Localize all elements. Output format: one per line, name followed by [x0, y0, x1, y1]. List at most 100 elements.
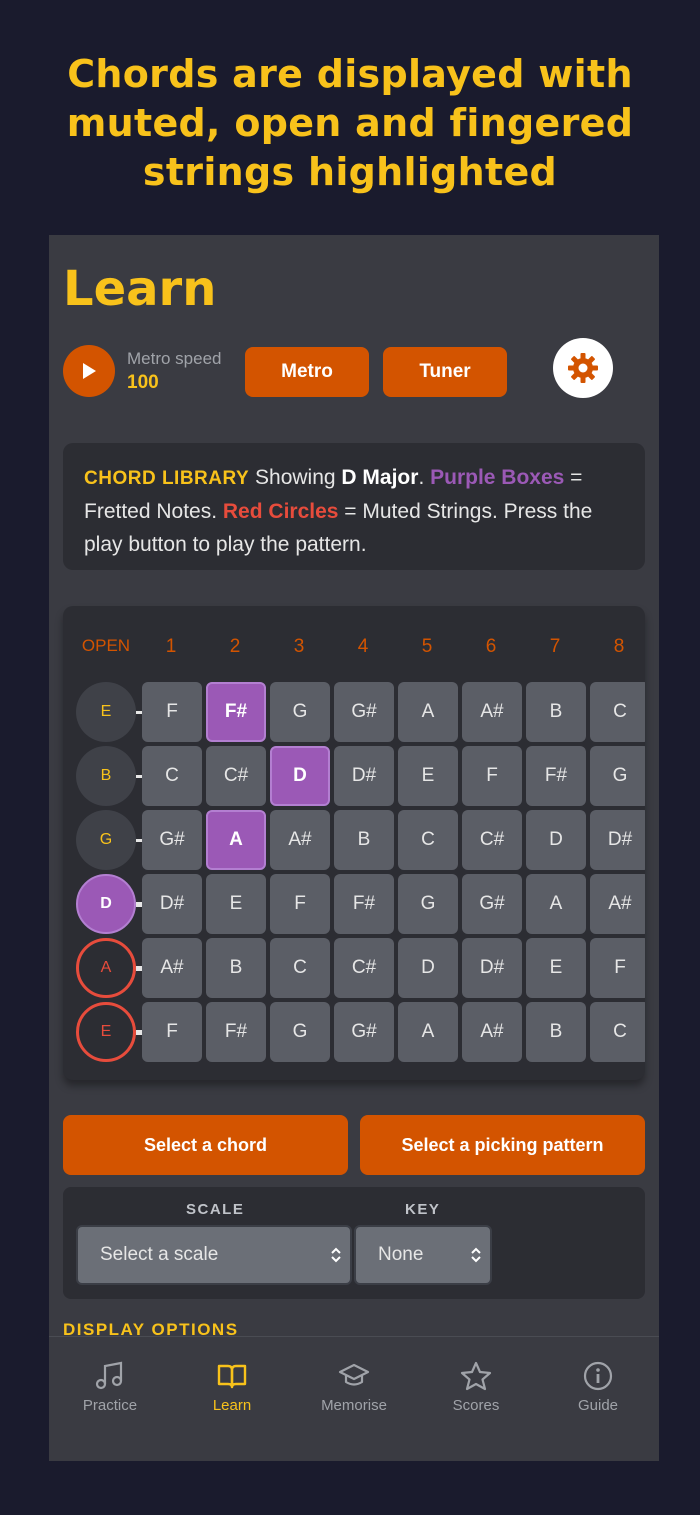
note-cell[interactable]: B: [206, 938, 266, 998]
note-cell[interactable]: D: [526, 810, 586, 870]
note-cell[interactable]: F: [142, 1002, 202, 1062]
select-chord-button[interactable]: Select a chord: [63, 1115, 348, 1175]
promo-headline: Chords are displayed with muted, open an…: [0, 50, 700, 197]
select-picking-pattern-button[interactable]: Select a picking pattern: [360, 1115, 645, 1175]
note-cell[interactable]: G: [270, 682, 330, 742]
music-note-icon: [95, 1361, 123, 1390]
note-cell[interactable]: G: [590, 746, 645, 806]
note-cell[interactable]: A#: [590, 874, 645, 934]
scale-select-value: Select a scale: [100, 1244, 219, 1265]
note-cell[interactable]: C: [270, 938, 330, 998]
chevron-updown-icon: [471, 1247, 481, 1263]
purple-boxes-label: Purple Boxes: [430, 466, 565, 489]
note-cell[interactable]: D#: [334, 746, 394, 806]
tab-learn[interactable]: Learn: [171, 1361, 293, 1414]
book-icon: [217, 1364, 247, 1389]
note-cell[interactable]: F: [270, 874, 330, 934]
chord-info-box: CHORD LIBRARY Showing D Major. Purple Bo…: [63, 443, 645, 570]
fretted-note-cell[interactable]: A: [206, 810, 266, 870]
note-cell[interactable]: A#: [142, 938, 202, 998]
note-cell[interactable]: C#: [462, 810, 522, 870]
note-cell[interactable]: G#: [142, 810, 202, 870]
fret-label: 6: [485, 636, 497, 657]
string-muted-indicator[interactable]: E: [76, 1002, 136, 1062]
tab-label: Learn: [212, 1397, 252, 1414]
app-screen: Learn Metro speed 100 Metro Tuner CHORD: [49, 235, 659, 1461]
note-cell[interactable]: B: [526, 1002, 586, 1062]
string-open-indicator[interactable]: B: [76, 746, 136, 806]
note-cell[interactable]: G: [398, 874, 458, 934]
note-cell[interactable]: A#: [270, 810, 330, 870]
tab-label: Practice: [82, 1397, 138, 1414]
headline-line-2: muted, open and fingered: [66, 101, 634, 145]
note-cell[interactable]: C#: [206, 746, 266, 806]
note-cell[interactable]: A#: [462, 1002, 522, 1062]
bottom-tab-bar: Practice Learn Memorise Scores Guide: [49, 1336, 659, 1461]
note-cell[interactable]: F: [462, 746, 522, 806]
metronome-play-button[interactable]: [63, 345, 115, 397]
note-cell[interactable]: D#: [462, 938, 522, 998]
note-cell[interactable]: C: [398, 810, 458, 870]
period-text: .: [418, 466, 425, 489]
note-cell[interactable]: F#: [206, 1002, 266, 1062]
tab-label: Scores: [452, 1397, 500, 1414]
fret-label-open: OPEN: [81, 636, 131, 655]
fret-label: 1: [165, 636, 177, 657]
note-cell[interactable]: D#: [142, 874, 202, 934]
note-cell[interactable]: G: [270, 1002, 330, 1062]
note-cell[interactable]: B: [526, 682, 586, 742]
note-cell[interactable]: C: [142, 746, 202, 806]
string-fingered-indicator[interactable]: D: [76, 874, 136, 934]
tab-label: Memorise: [321, 1397, 387, 1414]
note-cell[interactable]: E: [398, 746, 458, 806]
scale-select[interactable]: Select a scale: [76, 1225, 352, 1285]
key-select[interactable]: None: [354, 1225, 492, 1285]
note-cell[interactable]: F: [142, 682, 202, 742]
note-cell[interactable]: A#: [462, 682, 522, 742]
note-cell[interactable]: D: [398, 938, 458, 998]
fretted-note-cell[interactable]: D: [270, 746, 330, 806]
note-cell[interactable]: C#: [334, 938, 394, 998]
note-cell[interactable]: A: [526, 874, 586, 934]
tab-scores[interactable]: Scores: [415, 1361, 537, 1414]
metro-button[interactable]: Metro: [245, 347, 369, 397]
fret-label: 3: [293, 636, 305, 657]
note-cell[interactable]: G#: [462, 874, 522, 934]
tuner-button[interactable]: Tuner: [383, 347, 507, 397]
note-cell[interactable]: G#: [334, 1002, 394, 1062]
note-cell[interactable]: E: [206, 874, 266, 934]
string-open-indicator[interactable]: E: [76, 682, 136, 742]
headline-line-3: strings highlighted: [142, 150, 558, 194]
string-open-indicator[interactable]: G: [76, 810, 136, 870]
note-cell[interactable]: A: [398, 682, 458, 742]
note-cell[interactable]: C: [590, 682, 645, 742]
info-icon: [583, 1361, 613, 1391]
play-icon: [83, 363, 96, 379]
note-cell[interactable]: E: [526, 938, 586, 998]
tab-label: Guide: [577, 1397, 619, 1414]
string-muted-indicator[interactable]: A: [76, 938, 136, 998]
tab-guide[interactable]: Guide: [537, 1361, 659, 1414]
metro-speed-value[interactable]: 100: [127, 372, 159, 394]
note-cell[interactable]: F#: [526, 746, 586, 806]
note-cell[interactable]: A: [398, 1002, 458, 1062]
scale-key-panel: SCALE KEY Select a scale None: [63, 1187, 645, 1299]
chord-name: D Major: [341, 466, 419, 489]
note-cell[interactable]: B: [334, 810, 394, 870]
note-cell[interactable]: C: [590, 1002, 645, 1062]
metro-speed-label: Metro speed: [127, 349, 222, 368]
red-circles-label: Red Circles: [222, 500, 339, 523]
note-cell[interactable]: F#: [334, 874, 394, 934]
fret-label: 7: [549, 636, 561, 657]
chord-library-label: CHORD LIBRARY: [84, 468, 250, 489]
tab-memorise[interactable]: Memorise: [293, 1361, 415, 1414]
tab-practice[interactable]: Practice: [49, 1361, 171, 1414]
key-select-value: None: [378, 1244, 424, 1265]
note-cell[interactable]: D#: [590, 810, 645, 870]
note-cell[interactable]: F: [590, 938, 645, 998]
gear-icon: [568, 353, 598, 383]
page-title: Learn: [63, 261, 217, 317]
note-cell[interactable]: G#: [334, 682, 394, 742]
settings-button[interactable]: [553, 338, 613, 398]
fretted-note-cell[interactable]: F#: [206, 682, 266, 742]
